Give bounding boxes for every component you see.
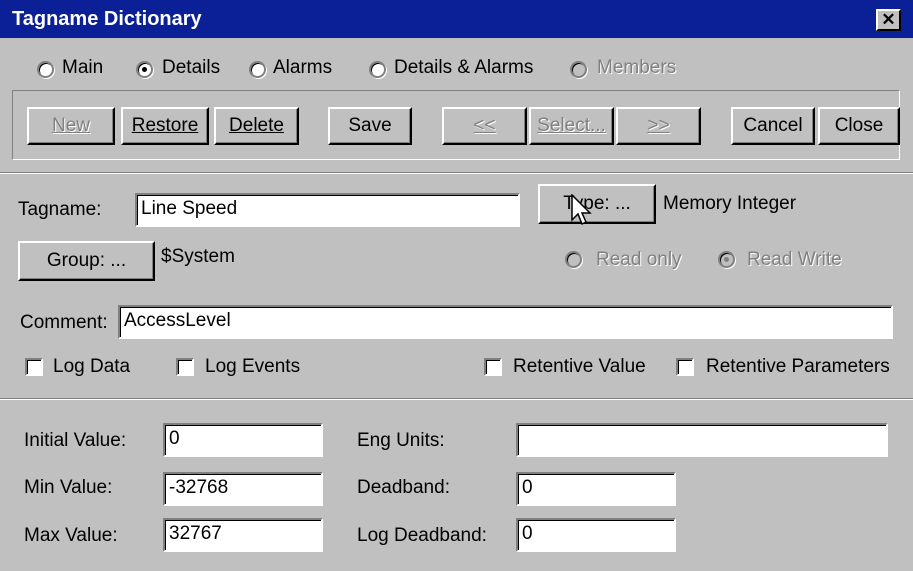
deadband-label: Deadband: — [357, 477, 450, 498]
group-button[interactable]: Group: ... — [18, 241, 155, 281]
tagname-dictionary-window: Tagname Dictionary ✕ Main Details Alarms… — [0, 0, 913, 571]
radio-details[interactable] — [136, 61, 153, 78]
radio-read-only — [565, 251, 582, 268]
min-value-input[interactable]: -32768 — [163, 472, 323, 506]
close-icon: ✕ — [881, 10, 896, 29]
radio-alarms[interactable] — [249, 61, 266, 78]
eng-units-label: Eng Units: — [357, 430, 445, 451]
log-data-checkbox[interactable] — [25, 358, 43, 376]
initial-value-label: Initial Value: — [24, 430, 127, 451]
radio-main[interactable] — [37, 61, 54, 78]
log-events-label[interactable]: Log Events — [205, 356, 300, 378]
restore-button[interactable]: Restore — [121, 107, 209, 145]
previous-button: << — [442, 107, 527, 145]
radio-details-label[interactable]: Details — [162, 57, 220, 79]
max-value-label: Max Value: — [24, 525, 118, 546]
delete-button[interactable]: Delete — [214, 107, 299, 145]
radio-main-label[interactable]: Main — [62, 57, 103, 79]
close-window-button[interactable]: ✕ — [876, 9, 901, 31]
radio-alarms-label[interactable]: Alarms — [273, 57, 332, 79]
max-value-input[interactable]: 32767 — [163, 518, 323, 552]
deadband-input[interactable]: 0 — [516, 472, 676, 506]
title-bar[interactable]: Tagname Dictionary ✕ — [0, 0, 913, 38]
tagname-label: Tagname: — [18, 199, 102, 220]
radio-details-alarms-label[interactable]: Details & Alarms — [394, 57, 533, 79]
radio-members-label: Members — [597, 57, 677, 78]
log-events-checkbox[interactable] — [176, 358, 194, 376]
new-button: New — [27, 107, 115, 145]
next-button: >> — [616, 107, 701, 145]
retentive-parameters-checkbox[interactable] — [676, 358, 694, 376]
read-write-label: Read Write — [747, 249, 842, 270]
retentive-value-checkbox[interactable] — [484, 358, 502, 376]
group-value: $System — [161, 246, 235, 267]
eng-units-input[interactable] — [516, 423, 888, 457]
initial-value-input[interactable]: 0 — [163, 423, 323, 457]
type-value: Memory Integer — [663, 193, 797, 214]
cancel-button[interactable]: Cancel — [731, 107, 815, 145]
retentive-value-label[interactable]: Retentive Value — [513, 356, 646, 378]
close-button[interactable]: Close — [818, 107, 900, 145]
retentive-parameters-label[interactable]: Retentive Parameters — [706, 356, 890, 378]
radio-members — [570, 61, 587, 78]
log-data-label[interactable]: Log Data — [53, 356, 130, 378]
comment-input[interactable]: AccessLevel — [118, 305, 893, 339]
radio-details-alarms[interactable] — [369, 61, 386, 78]
type-button[interactable]: Type: ... — [538, 184, 656, 224]
select-button: Select... — [529, 107, 614, 145]
save-button[interactable]: Save — [328, 107, 412, 145]
read-only-label: Read only — [596, 249, 682, 270]
radio-read-write — [718, 251, 735, 268]
window-title: Tagname Dictionary — [12, 8, 202, 30]
separator — [0, 172, 913, 174]
separator — [0, 398, 913, 400]
log-deadband-label: Log Deadband: — [357, 525, 487, 546]
mouse-pointer-icon — [571, 194, 592, 226]
log-deadband-input[interactable]: 0 — [516, 518, 676, 552]
comment-label: Comment: — [20, 312, 108, 333]
tagname-input[interactable]: Line Speed — [135, 193, 520, 227]
min-value-label: Min Value: — [24, 477, 113, 498]
